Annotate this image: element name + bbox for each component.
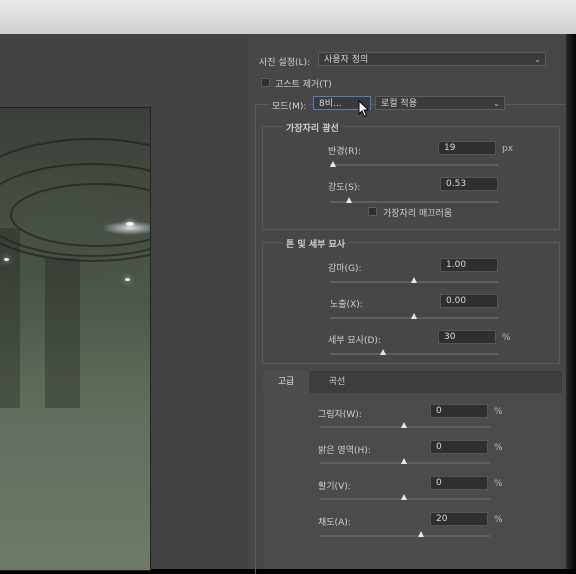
tab-curve[interactable]: 곡선 xyxy=(311,371,363,393)
method-select[interactable]: 로컬 적용 ⌄ xyxy=(375,96,505,110)
tab-bar: 고급 곡선 xyxy=(263,371,562,393)
gamma-input[interactable]: 1.00 xyxy=(440,258,498,272)
exposure-slider-thumb[interactable] xyxy=(411,313,417,319)
vibrance-label: 활기(V): xyxy=(318,482,351,492)
exposure-label: 노출(X): xyxy=(330,300,363,310)
strength-slider-thumb[interactable] xyxy=(346,197,352,203)
tab-advanced[interactable]: 고급 xyxy=(263,371,309,393)
detail-label: 세부 묘사(D): xyxy=(328,336,381,346)
highlight-input[interactable]: 0 xyxy=(430,440,488,454)
gamma-slider-thumb[interactable] xyxy=(411,277,417,283)
preset-select[interactable]: 사용자 정의 ⌄ xyxy=(318,52,546,66)
dialog-title-bar[interactable] xyxy=(0,0,576,34)
bit-depth-value: 8비... xyxy=(319,99,342,109)
saturation-unit: % xyxy=(494,515,503,525)
detail-input[interactable]: 30 xyxy=(438,330,496,344)
saturation-input[interactable]: 20 xyxy=(430,512,488,526)
ceiling-light xyxy=(4,258,9,261)
ceiling-light xyxy=(126,222,134,226)
shadow-unit: % xyxy=(494,407,503,417)
chevron-down-icon: ⌄ xyxy=(493,99,500,108)
strength-label: 강도(S): xyxy=(328,183,361,193)
vibrance-input[interactable]: 0 xyxy=(430,476,488,490)
mode-label: 모드(M): xyxy=(270,99,309,112)
vibrance-unit: % xyxy=(494,479,503,489)
exposure-input[interactable]: 0.00 xyxy=(440,294,498,308)
highlight-slider-thumb[interactable] xyxy=(401,458,407,464)
ghost-removal-label: 고스트 제거(T) xyxy=(275,80,332,90)
smooth-edges-checkbox[interactable] xyxy=(368,207,377,216)
tone-detail-title: 톤 및 세부 묘사 xyxy=(283,237,349,250)
window-shadow xyxy=(566,34,576,569)
highlight-label: 밝은 영역(H): xyxy=(318,446,371,456)
saturation-slider-track[interactable] xyxy=(320,535,490,537)
chevron-down-icon: ⌄ xyxy=(534,55,541,64)
vibrance-slider-thumb[interactable] xyxy=(401,494,407,500)
ghost-removal-checkbox[interactable] xyxy=(261,78,270,87)
radius-slider-thumb[interactable] xyxy=(330,161,336,167)
radius-unit: px xyxy=(502,144,514,154)
highlight-unit: % xyxy=(494,443,503,453)
smooth-edges-label: 가장자리 매끄러움 xyxy=(383,209,453,219)
detail-unit: % xyxy=(502,333,511,343)
image-preview xyxy=(0,107,151,571)
radius-label: 반경(R): xyxy=(328,147,361,157)
method-value: 로컬 적용 xyxy=(381,99,417,109)
saturation-label: 채도(A): xyxy=(318,518,351,528)
shadow-input[interactable]: 0 xyxy=(430,404,488,418)
shadow-slider-thumb[interactable] xyxy=(401,422,407,428)
strength-slider-track[interactable] xyxy=(330,201,498,203)
preset-value: 사용자 정의 xyxy=(324,55,369,65)
advanced-tab-panel xyxy=(263,393,562,569)
floor xyxy=(0,408,150,570)
radius-input[interactable]: 19 xyxy=(438,141,496,155)
shadow-label: 그림자(W): xyxy=(318,410,362,420)
edge-glow-title: 가장자리 광선 xyxy=(283,121,342,134)
tone-detail-group xyxy=(262,242,560,364)
detail-slider-track[interactable] xyxy=(330,353,498,355)
saturation-slider-thumb[interactable] xyxy=(418,531,424,537)
detail-slider-thumb[interactable] xyxy=(380,349,386,355)
strength-input[interactable]: 0.53 xyxy=(440,177,498,191)
gamma-label: 감마(G): xyxy=(328,264,362,274)
preset-label: 사진 설정(L): xyxy=(259,58,311,68)
pillar xyxy=(45,258,80,408)
radius-slider-track[interactable] xyxy=(330,164,498,166)
mouse-cursor-icon xyxy=(358,100,370,118)
pillar xyxy=(0,228,20,408)
ceiling-light xyxy=(125,278,130,281)
